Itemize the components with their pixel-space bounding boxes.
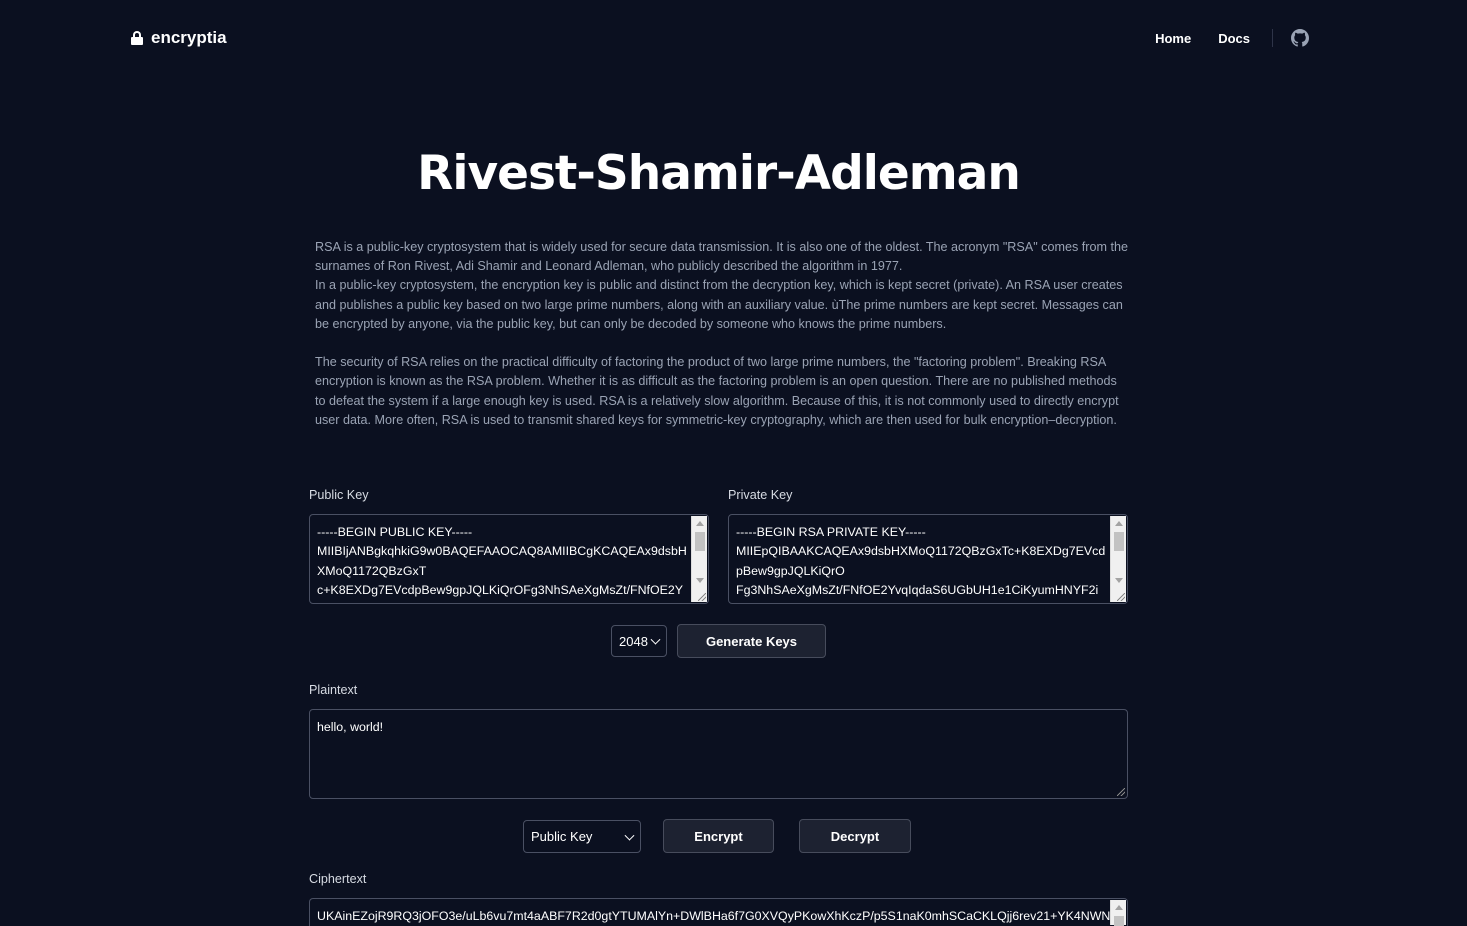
description-paragraph-2: In a public-key cryptosystem, the encryp… xyxy=(315,278,1123,331)
ciphertext-textarea[interactable]: UKAinEZojR9RQ3jOFO3e/uLb6vu7mt4aABF7R2d0… xyxy=(309,898,1128,926)
scroll-up-icon[interactable] xyxy=(1115,905,1123,910)
public-key-text: -----BEGIN PUBLIC KEY----- MIIBIjANBgkqh… xyxy=(317,525,687,603)
scroll-thumb[interactable] xyxy=(695,532,705,551)
ciphertext-scrollbar[interactable] xyxy=(1110,900,1126,926)
key-mode-value: Public Key xyxy=(531,829,593,844)
nav-home-link[interactable]: Home xyxy=(1155,31,1191,46)
ciphertext-text: UKAinEZojR9RQ3jOFO3e/uLb6vu7mt4aABF7R2d0… xyxy=(317,909,1117,923)
nav-divider xyxy=(1272,29,1273,47)
encrypt-button[interactable]: Encrypt xyxy=(663,819,774,853)
brand-link[interactable]: encryptia xyxy=(131,27,227,49)
key-size-value: 2048 xyxy=(619,633,648,649)
description-paragraph-1: RSA is a public-key cryptosystem that is… xyxy=(315,240,1128,274)
public-key-scrollbar[interactable] xyxy=(691,516,707,602)
page-title: Rivest-Shamir-Adleman xyxy=(417,146,1021,201)
public-key-label: Public Key xyxy=(309,488,369,502)
scroll-thumb[interactable] xyxy=(1114,916,1124,926)
scroll-up-icon[interactable] xyxy=(696,521,704,526)
private-key-scrollbar[interactable] xyxy=(1110,516,1126,602)
public-key-textarea[interactable]: -----BEGIN PUBLIC KEY----- MIIBIjANBgkqh… xyxy=(309,514,709,604)
chevron-down-icon xyxy=(650,634,661,645)
private-key-text: -----BEGIN RSA PRIVATE KEY----- MIIEpQIB… xyxy=(736,525,1106,598)
key-size-select[interactable]: 2048 xyxy=(611,625,667,657)
resize-handle-icon[interactable] xyxy=(698,593,706,601)
description-paragraph-3: The security of RSA relies on the practi… xyxy=(315,355,1119,427)
brand-name: encryptia xyxy=(151,28,227,47)
private-key-textarea[interactable]: -----BEGIN RSA PRIVATE KEY----- MIIEpQIB… xyxy=(728,514,1128,604)
plaintext-textarea[interactable]: hello, world! xyxy=(309,709,1128,799)
nav-docs-link[interactable]: Docs xyxy=(1218,31,1250,46)
private-key-label: Private Key xyxy=(728,488,793,502)
scroll-down-icon[interactable] xyxy=(696,578,704,583)
chevron-down-icon xyxy=(624,830,635,841)
resize-handle-icon[interactable] xyxy=(1117,788,1125,796)
scroll-up-icon[interactable] xyxy=(1115,521,1123,526)
nav-links: Home Docs xyxy=(1128,27,1309,49)
scroll-down-icon[interactable] xyxy=(1115,578,1123,583)
ciphertext-label: Ciphertext xyxy=(309,872,367,886)
resize-handle-icon[interactable] xyxy=(1117,593,1125,601)
navbar: encryptia Home Docs xyxy=(0,0,1467,74)
plaintext-text: hello, world! xyxy=(317,720,384,734)
lock-icon xyxy=(131,31,143,45)
description: RSA is a public-key cryptosystem that is… xyxy=(315,238,1130,430)
scroll-thumb[interactable] xyxy=(1114,532,1124,551)
generate-keys-button[interactable]: Generate Keys xyxy=(677,624,826,658)
decrypt-button[interactable]: Decrypt xyxy=(799,819,911,853)
key-mode-select[interactable]: Public Key xyxy=(523,820,641,853)
plaintext-label: Plaintext xyxy=(309,683,358,697)
github-icon[interactable] xyxy=(1291,29,1309,47)
